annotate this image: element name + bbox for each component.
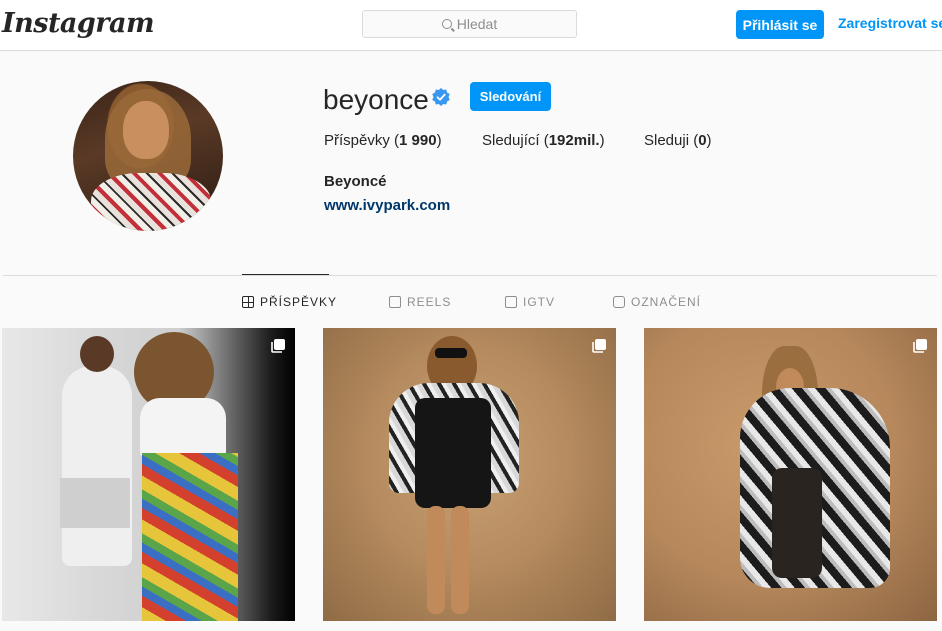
carousel-icon	[271, 339, 285, 353]
profile-full-name: Beyoncé	[324, 173, 387, 190]
posts-count: Příspěvky (1 990)	[324, 132, 442, 149]
tab-reels[interactable]: REELS	[389, 295, 451, 309]
profile-website-link[interactable]: www.ivypark.com	[324, 197, 450, 214]
search-placeholder: Hledat	[456, 16, 498, 32]
profile-avatar[interactable]	[73, 81, 223, 231]
tab-posts[interactable]: PŘÍSPĚVKY	[242, 295, 337, 309]
active-tab-indicator	[242, 274, 329, 275]
follow-button[interactable]: Sledování	[470, 82, 551, 111]
igtv-icon	[505, 296, 517, 308]
post-thumbnail-2[interactable]	[323, 328, 616, 621]
search-icon	[441, 19, 452, 29]
signup-link[interactable]: Zaregistrovat se	[838, 15, 942, 31]
tabs-divider	[3, 275, 937, 276]
post-thumbnail-1[interactable]	[2, 328, 295, 621]
search-input[interactable]: Hledat	[362, 10, 577, 38]
profile-username: beyonce	[323, 84, 429, 115]
followers-count[interactable]: Sledující (192mil.)	[482, 132, 605, 149]
grid-icon	[242, 296, 254, 308]
tagged-icon	[613, 296, 625, 308]
carousel-icon	[592, 339, 606, 353]
verified-badge-icon	[432, 88, 450, 106]
reels-icon	[389, 296, 401, 308]
login-button[interactable]: Přihlásit se	[736, 10, 824, 39]
tab-tagged[interactable]: OZNAČENÍ	[613, 295, 701, 309]
post-thumbnail-3[interactable]	[644, 328, 937, 621]
instagram-logo[interactable]: Instagram	[2, 8, 155, 39]
tab-igtv[interactable]: IGTV	[505, 295, 555, 309]
top-navigation-bar: Instagram Hledat Přihlásit se Zaregistro…	[0, 0, 942, 51]
following-count[interactable]: Sleduji (0)	[644, 132, 712, 149]
carousel-icon	[913, 339, 927, 353]
